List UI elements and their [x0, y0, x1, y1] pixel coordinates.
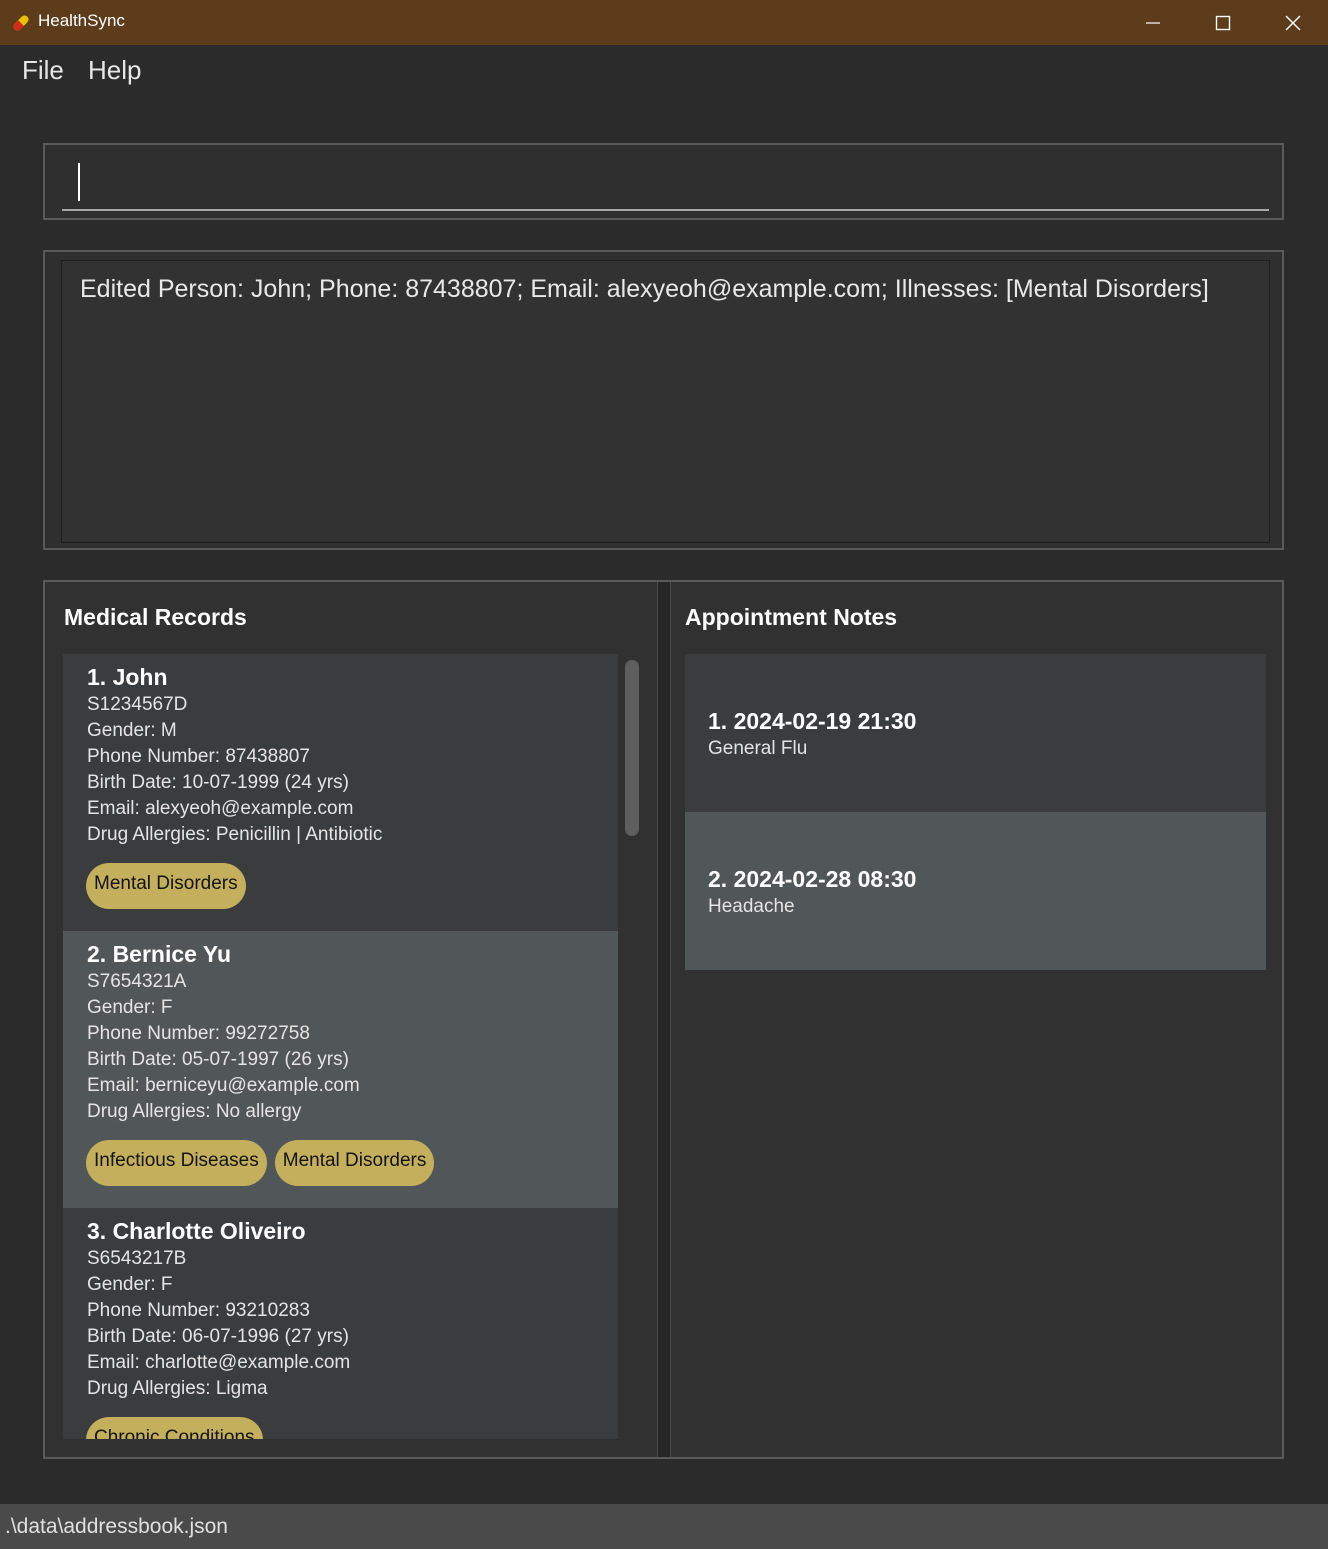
- minimize-button[interactable]: [1118, 0, 1188, 45]
- menu-bar: File Help: [0, 45, 1328, 100]
- appointment-notes-list: 1. 2024-02-19 21:30 General Flu 2. 2024-…: [685, 654, 1266, 970]
- illness-tags: Infectious Diseases Mental Disorders: [86, 1140, 435, 1186]
- record-nric: S1234567D: [87, 694, 188, 715]
- panel-divider: [657, 582, 671, 1457]
- record-card[interactable]: 2. Bernice Yu S7654321A Gender: F Phone …: [63, 931, 618, 1208]
- pill-icon: [10, 12, 32, 34]
- record-allergies: Drug Allergies: No allergy: [87, 1101, 302, 1122]
- note-datetime: 2. 2024-02-28 08:30: [708, 866, 917, 892]
- illness-tags: Chronic Conditions: [86, 1417, 263, 1439]
- maximize-icon: [1215, 15, 1231, 30]
- record-allergies: Drug Allergies: Ligma: [87, 1378, 268, 1399]
- illness-tag: Chronic Conditions: [86, 1417, 263, 1439]
- record-card[interactable]: 1. John S1234567D Gender: M Phone Number…: [63, 654, 618, 931]
- close-button[interactable]: [1258, 0, 1328, 45]
- records-scrollbar[interactable]: [621, 654, 639, 1439]
- record-nric: S6543217B: [87, 1248, 187, 1269]
- illness-tag: Mental Disorders: [86, 863, 246, 909]
- main-panels: Medical Records 1. John S1234567D Gender…: [43, 580, 1284, 1459]
- maximize-button[interactable]: [1188, 0, 1258, 45]
- result-display: Edited Person: John; Phone: 87438807; Em…: [43, 250, 1284, 550]
- record-birth-date: Birth Date: 10-07-1999 (24 yrs): [87, 772, 349, 793]
- appointment-notes-title: Appointment Notes: [685, 604, 898, 630]
- close-icon: [1285, 14, 1301, 31]
- title-bar: HealthSync: [0, 0, 1328, 45]
- illness-tag: Infectious Diseases: [86, 1140, 267, 1186]
- record-birth-date: Birth Date: 05-07-1997 (26 yrs): [87, 1049, 349, 1070]
- record-name: 3. Charlotte Oliveiro: [87, 1218, 306, 1244]
- scrollbar-thumb[interactable]: [625, 660, 639, 836]
- record-phone: Phone Number: 99272758: [87, 1023, 310, 1044]
- text-caret: [78, 163, 80, 201]
- record-email: Email: berniceyu@example.com: [87, 1075, 360, 1096]
- record-gender: Gender: F: [87, 997, 173, 1018]
- record-phone: Phone Number: 93210283: [87, 1300, 310, 1321]
- record-allergies: Drug Allergies: Penicillin | Antibiotic: [87, 824, 383, 845]
- minimize-icon: [1146, 21, 1160, 24]
- record-email: Email: alexyeoh@example.com: [87, 798, 354, 819]
- record-birth-date: Birth Date: 06-07-1996 (27 yrs): [87, 1326, 349, 1347]
- menu-help[interactable]: Help: [88, 55, 141, 86]
- medical-records-title: Medical Records: [64, 604, 247, 630]
- record-nric: S7654321A: [87, 971, 187, 992]
- record-gender: Gender: F: [87, 1274, 173, 1295]
- command-box: [43, 143, 1284, 220]
- illness-tag: Mental Disorders: [274, 1140, 435, 1186]
- illness-tags: Mental Disorders: [86, 863, 246, 909]
- medical-records-list: 1. John S1234567D Gender: M Phone Number…: [63, 654, 618, 1439]
- record-gender: Gender: M: [87, 720, 177, 741]
- status-bar: .\data\addressbook.json: [0, 1504, 1328, 1549]
- record-email: Email: charlotte@example.com: [87, 1352, 351, 1373]
- data-file-path: .\data\addressbook.json: [5, 1515, 228, 1538]
- result-message: Edited Person: John; Phone: 87438807; Em…: [80, 275, 1209, 303]
- record-name: 1. John: [87, 664, 168, 690]
- note-description: General Flu: [708, 738, 808, 759]
- record-card[interactable]: 3. Charlotte Oliveiro S6543217B Gender: …: [63, 1208, 618, 1439]
- note-description: Headache: [708, 896, 795, 917]
- result-text-area[interactable]: Edited Person: John; Phone: 87438807; Em…: [61, 260, 1270, 543]
- record-phone: Phone Number: 87438807: [87, 746, 310, 767]
- window-title: HealthSync: [38, 11, 125, 30]
- menu-file[interactable]: File: [22, 55, 64, 86]
- note-card[interactable]: 1. 2024-02-19 21:30 General Flu: [685, 654, 1266, 812]
- note-datetime: 1. 2024-02-19 21:30: [708, 708, 917, 734]
- command-input[interactable]: [62, 155, 1269, 211]
- record-name: 2. Bernice Yu: [87, 941, 232, 967]
- note-card[interactable]: 2. 2024-02-28 08:30 Headache: [685, 812, 1266, 970]
